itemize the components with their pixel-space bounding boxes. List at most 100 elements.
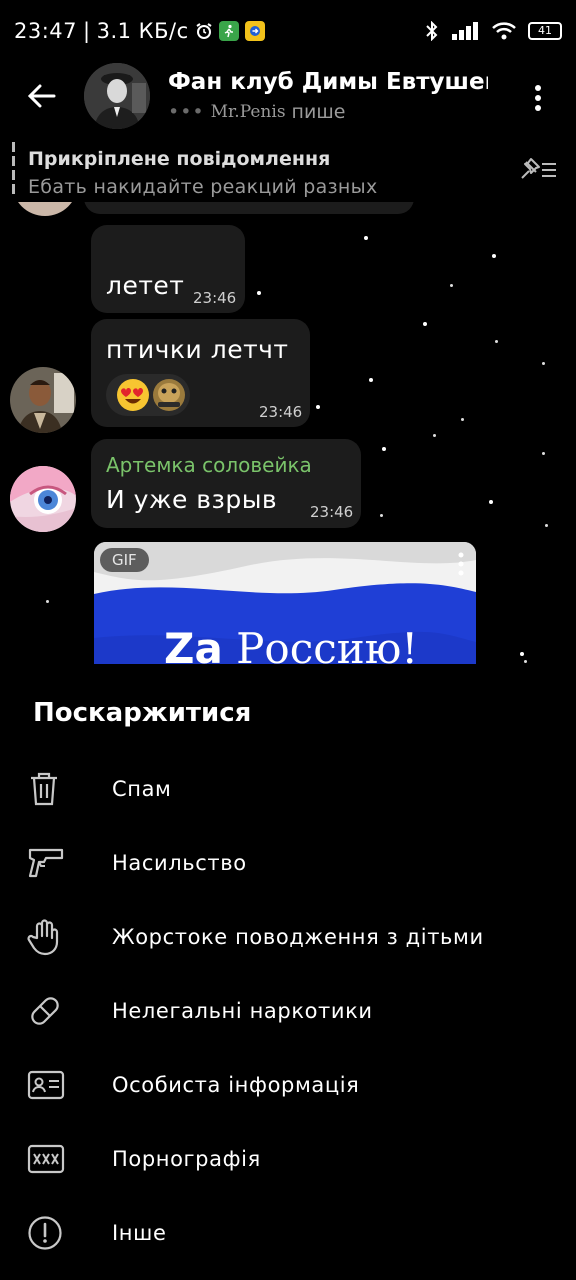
status-time: 23:47 bbox=[14, 19, 78, 43]
status-bar: 23:47 | 3.1 КБ/с 41 bbox=[0, 0, 576, 62]
star-decoration bbox=[524, 660, 527, 663]
chat-header: Фан клуб Димы Евтушен ••• Mr.Penis пише bbox=[0, 62, 576, 130]
star-decoration bbox=[545, 524, 548, 527]
report-option-child-abuse[interactable]: Жорстоке поводження з дітьми bbox=[0, 900, 576, 974]
id-card-icon bbox=[0, 1070, 112, 1100]
star-decoration bbox=[364, 236, 368, 240]
report-option-pornography[interactable]: Порнографія bbox=[0, 1122, 576, 1196]
report-option-spam[interactable]: Спам bbox=[0, 752, 576, 826]
trash-icon bbox=[0, 771, 112, 807]
pinned-title: Прикріплене повідомлення bbox=[28, 148, 331, 170]
star-decoration bbox=[316, 405, 320, 409]
pin-list-icon bbox=[521, 158, 556, 179]
user-avatar-image bbox=[10, 466, 76, 532]
message-time: 23:46 bbox=[193, 289, 237, 307]
typing-indicator: ••• Mr.Penis пише bbox=[168, 101, 488, 123]
group-avatar[interactable] bbox=[84, 63, 150, 129]
status-network-speed: 3.1 КБ/с bbox=[96, 19, 189, 43]
gif-badge: GIF bbox=[100, 548, 149, 572]
heart-eyes-emoji-icon bbox=[117, 379, 149, 411]
battery-icon: 41 bbox=[528, 22, 562, 40]
notification-icons bbox=[195, 21, 265, 41]
message-text: И уже взрыв bbox=[106, 485, 278, 514]
report-option-violence[interactable]: Насильство bbox=[0, 826, 576, 900]
star-decoration bbox=[382, 447, 386, 451]
hand-icon bbox=[0, 918, 112, 956]
star-decoration bbox=[492, 254, 496, 258]
report-option-label: Жорстоке поводження з дітьми bbox=[112, 925, 484, 949]
pinned-message-bar[interactable]: Прикріплене повідомлення Ебать накидайте… bbox=[0, 138, 576, 202]
reaction-pill[interactable] bbox=[106, 374, 190, 416]
wifi-icon bbox=[492, 22, 516, 40]
gun-icon bbox=[0, 845, 112, 881]
report-option-label: Порнографія bbox=[112, 1147, 261, 1171]
report-sheet-title: Поскаржитися bbox=[33, 698, 252, 728]
pinned-list-button[interactable] bbox=[518, 156, 558, 186]
star-decoration bbox=[489, 500, 493, 504]
pinned-indicator bbox=[12, 142, 15, 194]
arrow-left-icon bbox=[28, 84, 56, 108]
typing-action: пише bbox=[291, 101, 346, 123]
message-text: птички летчт bbox=[106, 335, 289, 364]
gif-caption-za: Za bbox=[164, 624, 223, 664]
group-avatar-image bbox=[84, 63, 150, 129]
message-time: 23:46 bbox=[259, 403, 303, 421]
alert-circle-icon bbox=[0, 1215, 112, 1251]
report-option-label: Нелегальні наркотики bbox=[112, 999, 373, 1023]
more-options-button[interactable] bbox=[520, 80, 556, 116]
signal-icon bbox=[452, 22, 478, 40]
report-option-other[interactable]: Інше bbox=[0, 1196, 576, 1270]
more-vertical-icon bbox=[458, 552, 464, 576]
report-option-label: Спам bbox=[112, 777, 172, 801]
message-time: 23:46 bbox=[310, 503, 354, 521]
more-vertical-icon bbox=[535, 85, 541, 111]
status-separator: | bbox=[83, 19, 91, 43]
star-decoration bbox=[433, 434, 436, 437]
report-option-label: Насильство bbox=[112, 851, 247, 875]
chat-messages-area[interactable]: летет 23:46 птички летчт 23:46 Артемка с… bbox=[0, 202, 576, 664]
message-text: летет bbox=[106, 271, 185, 300]
gif-message[interactable]: GIF Za Россию! bbox=[94, 542, 476, 664]
report-option-label: Інше bbox=[112, 1221, 167, 1245]
star-decoration bbox=[461, 418, 464, 421]
message-bubble-partial[interactable] bbox=[84, 202, 414, 214]
typing-dots-icon: ••• bbox=[168, 101, 205, 123]
typing-user: Mr.Penis bbox=[210, 102, 286, 122]
fitness-app-icon bbox=[218, 21, 239, 41]
star-decoration bbox=[46, 600, 49, 603]
star-decoration bbox=[423, 322, 427, 326]
sender-name[interactable]: Артемка соловейка bbox=[106, 453, 312, 477]
sticker-emoji-icon bbox=[153, 379, 185, 411]
star-decoration bbox=[495, 340, 498, 343]
report-sheet: Поскаржитися Спам Насильство Жорстоке по… bbox=[0, 664, 576, 1280]
pinned-text: Ебать накидайте реакций разных bbox=[28, 176, 378, 198]
alarm-icon bbox=[196, 23, 212, 39]
star-decoration bbox=[520, 652, 524, 656]
battery-level: 41 bbox=[538, 24, 552, 37]
gif-more-button[interactable] bbox=[458, 552, 464, 580]
chat-title: Фан клуб Димы Евтушен bbox=[168, 69, 488, 95]
app-notification-icon bbox=[244, 21, 265, 41]
avatar[interactable] bbox=[10, 367, 76, 433]
star-decoration bbox=[257, 291, 261, 295]
avatar[interactable] bbox=[12, 202, 78, 216]
message-bubble[interactable]: летет 23:46 bbox=[91, 225, 245, 313]
avatar[interactable] bbox=[10, 466, 76, 532]
status-right: 41 bbox=[424, 21, 562, 41]
star-decoration bbox=[380, 514, 383, 517]
report-option-label: Особиста інформація bbox=[112, 1073, 360, 1097]
chat-title-block[interactable]: Фан клуб Димы Евтушен ••• Mr.Penis пише bbox=[168, 69, 488, 123]
star-decoration bbox=[542, 452, 545, 455]
star-decoration bbox=[450, 284, 453, 287]
report-option-drugs[interactable]: Нелегальні наркотики bbox=[0, 974, 576, 1048]
star-decoration bbox=[542, 362, 545, 365]
star-decoration bbox=[369, 378, 373, 382]
gif-caption: Za Россию! bbox=[164, 624, 418, 664]
pill-icon bbox=[0, 993, 112, 1029]
status-left: 23:47 | 3.1 КБ/с bbox=[14, 19, 265, 43]
report-option-personal-info[interactable]: Особиста інформація bbox=[0, 1048, 576, 1122]
back-button[interactable] bbox=[0, 62, 84, 130]
message-bubble[interactable]: Артемка соловейка И уже взрыв 23:46 bbox=[91, 439, 361, 528]
gif-caption-rest: Россию! bbox=[222, 624, 419, 664]
xxx-icon bbox=[0, 1144, 112, 1174]
